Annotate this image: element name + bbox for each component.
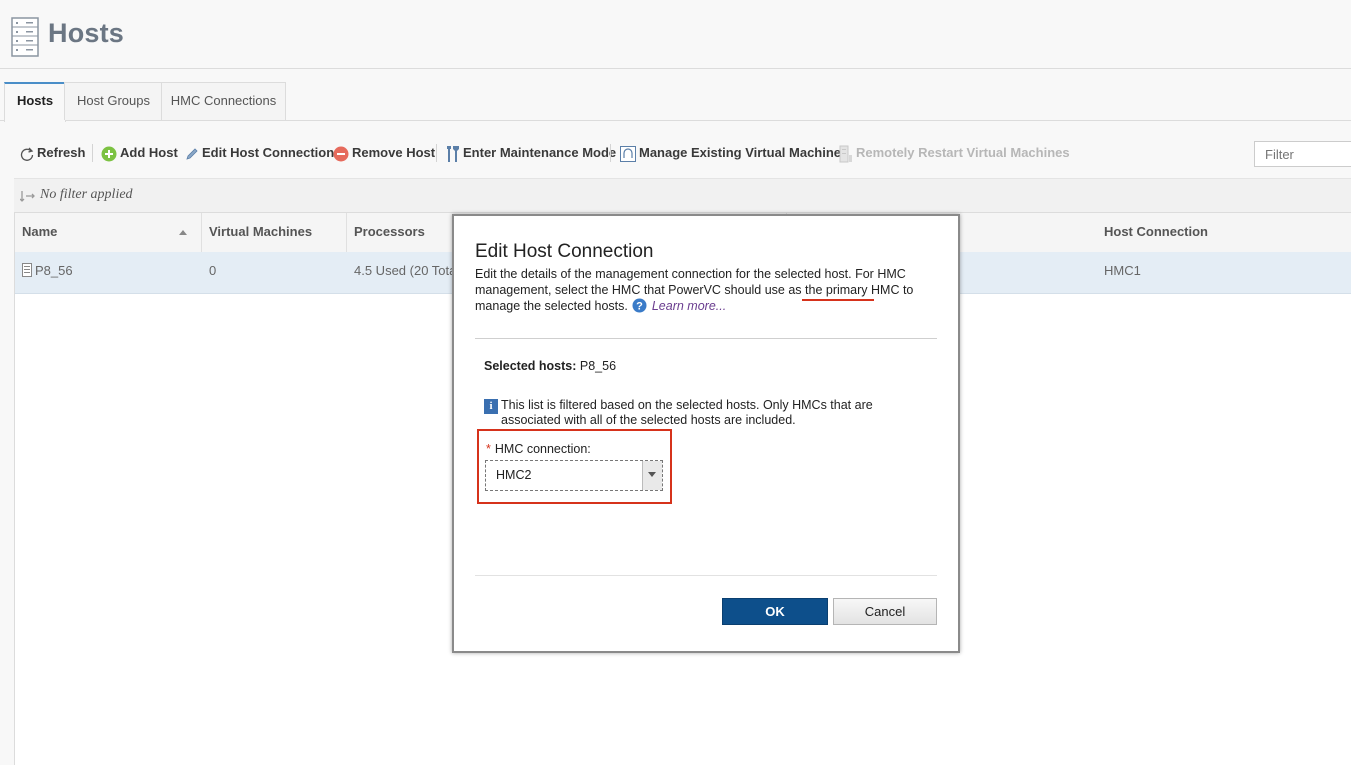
enter-maintenance-mode-label: Enter Maintenance Mode [463,145,617,160]
cell-host-connection: HMC1 [1104,263,1141,278]
selected-hosts-label: Selected hosts: [484,359,577,373]
remove-host-label: Remove Host [352,145,436,160]
dialog-footer-divider [475,575,937,576]
pencil-icon [186,147,198,160]
selected-hosts: Selected hosts: P8_56 [484,359,616,373]
refresh-icon [20,147,34,161]
column-header-host-connection[interactable]: Host Connection [1097,213,1351,252]
add-icon [101,146,117,162]
info-icon: i [484,399,498,414]
cell-processors: 4.5 Used (20 Total) [354,263,464,278]
hmc-connection-label: * HMC connection: [486,442,591,456]
edit-host-connection-button[interactable]: Edit Host Connection [185,140,334,166]
toolbar-separator [92,144,93,162]
cell-name: P8_56 [15,252,202,293]
ok-button[interactable]: OK [722,598,828,625]
manage-existing-vms-button[interactable]: Manage Existing Virtual Machines [620,140,848,166]
help-icon[interactable]: ? [632,298,647,313]
dialog-divider [475,338,937,339]
cancel-button[interactable]: Cancel [833,598,937,625]
page-title: Hosts [48,18,125,48]
filter-input[interactable] [1254,141,1351,167]
edit-host-connection-label: Edit Host Connection [202,145,335,160]
remove-icon [333,146,349,162]
required-marker: * [486,442,491,456]
sort-ascending-icon [179,230,187,235]
toolbar: Refresh Add Host Edit Host Connection Re… [14,140,1351,166]
info-message: i This list is filtered based on the sel… [484,398,924,427]
manage-existing-vms-label: Manage Existing Virtual Machines [639,145,849,160]
tab-hmc-connections[interactable]: HMC Connections [161,82,286,120]
column-header-virtual-machines[interactable]: Virtual Machines [202,213,347,252]
remotely-restart-vms-label: Remotely Restart Virtual Machines [856,145,1070,160]
learn-more-link[interactable]: Learn more... [652,299,726,313]
toolbar-separator [610,144,611,162]
dialog-description: Edit the details of the management conne… [475,267,937,315]
dropdown-arrow-icon[interactable] [642,461,662,490]
host-name: P8_56 [35,263,73,278]
hmc-connection-select[interactable]: HMC2 [485,460,663,491]
refresh-button[interactable]: Refresh [20,140,85,166]
add-host-label: Add Host [120,145,178,160]
remotely-restart-vms-button[interactable]: Remotely Restart Virtual Machines [839,140,1070,166]
filter-status-text: No filter applied [40,187,133,202]
dialog-title: Edit Host Connection [475,241,654,262]
info-text: This list is filtered based on the selec… [501,398,873,427]
filter-arrows-icon [20,191,35,202]
tab-host-groups[interactable]: Host Groups [64,82,163,120]
tab-hosts[interactable]: Hosts [4,82,66,122]
toolbar-separator [436,144,437,162]
cell-virtual-machines: 0 [209,263,217,278]
svg-text:?: ? [636,301,643,313]
selected-hosts-value: P8_56 [579,359,617,373]
restart-vm-icon [839,145,852,163]
enter-maintenance-mode-button[interactable]: Enter Maintenance Mode [446,140,616,166]
tab-bar: Hosts Host Groups HMC Connections [0,82,1351,122]
filter-status-bar: No filter applied [14,178,1351,213]
hmc-connection-label-text: HMC connection: [494,442,591,456]
description-emphasis: primary HMC [825,282,900,297]
column-header-name-label: Name [22,224,58,239]
server-rack-icon [11,17,39,57]
wrench-icon [447,145,459,162]
refresh-label: Refresh [37,145,86,160]
annotation-underline [802,299,874,301]
edit-host-connection-dialog: Edit Host Connection Edit the details of… [452,214,960,653]
hmc-connection-value: HMC2 [496,468,532,482]
manage-vm-icon [620,145,636,162]
remove-host-button[interactable]: Remove Host [333,140,435,166]
host-icon [22,263,32,277]
page-header: Hosts [0,0,1351,69]
column-header-name[interactable]: Name [15,213,202,252]
add-host-button[interactable]: Add Host [101,140,178,166]
